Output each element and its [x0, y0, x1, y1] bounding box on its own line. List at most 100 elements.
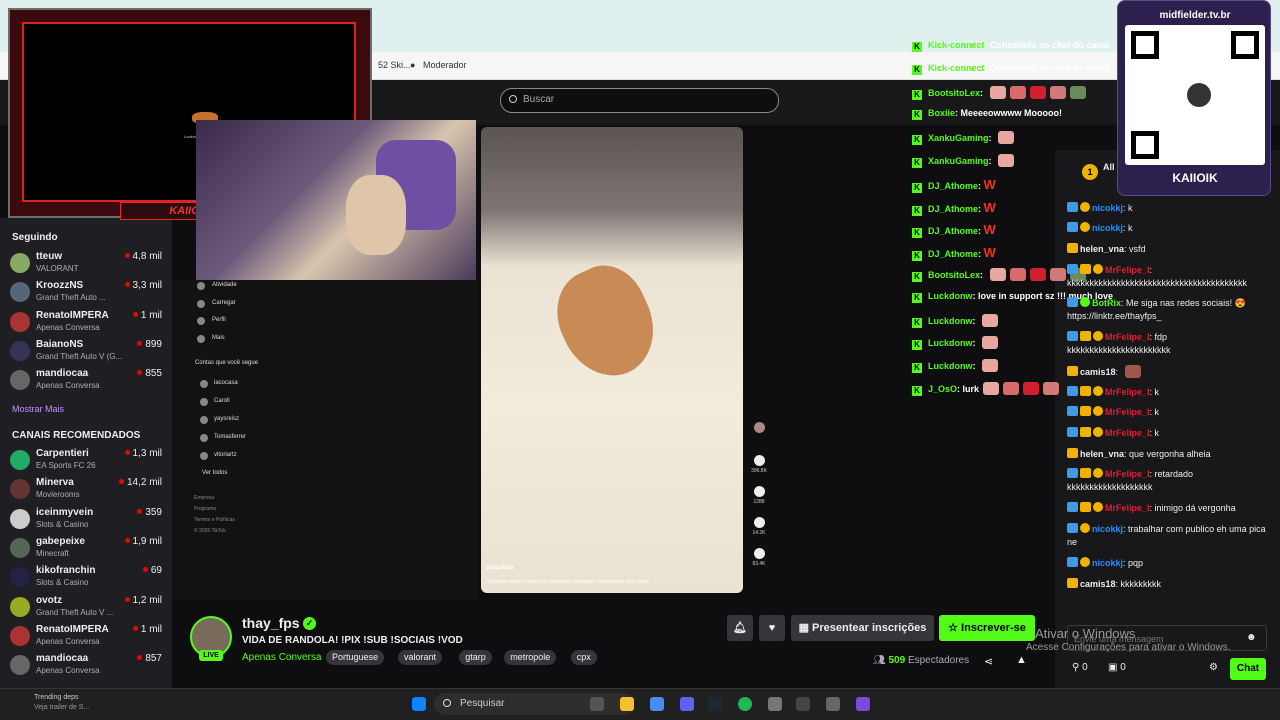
creator-avatar[interactable]	[750, 422, 768, 435]
spotify-icon[interactable]	[738, 697, 752, 711]
tiktok-account[interactable]: lacocasa	[214, 380, 238, 386]
taskbar-search[interactable]: Pesquisar	[434, 693, 634, 715]
show-more-link[interactable]: Mostrar Mais	[12, 404, 64, 414]
taskbar-search-label: Pesquisar	[460, 698, 505, 709]
channel-category: Movierooms	[36, 490, 80, 500]
video-action[interactable]: 1288	[750, 486, 768, 505]
bell-button[interactable]: 🔔︎	[727, 615, 753, 641]
emoji-icon[interactable]: ☻	[1246, 632, 1257, 643]
obs-icon[interactable]	[796, 697, 810, 711]
chat-username[interactable]: MrFelipe_l	[1105, 265, 1150, 275]
tiktok-menu-item[interactable]: Atividade	[212, 282, 237, 288]
channel-item[interactable]: RenatoIMPERA Apenas Conversa 1 mil	[10, 623, 162, 651]
steam-icon[interactable]	[708, 697, 722, 711]
gift-icon: ▦	[798, 622, 813, 634]
video-action[interactable]: 14.2K	[750, 517, 768, 536]
account-avatar[interactable]	[200, 416, 208, 424]
channel-item[interactable]: BaianoNS Grand Theft Auto V (G... 899	[10, 338, 162, 366]
account-avatar[interactable]	[200, 434, 208, 442]
video-action[interactable]: 83.4K	[750, 548, 768, 567]
send-chat-button[interactable]: Chat	[1230, 658, 1266, 680]
tiktok-footer-link[interactable]: © 2026 TikTok	[194, 528, 226, 534]
streamer-name[interactable]: thay_fps	[242, 615, 300, 631]
tiktok-account[interactable]: vitoriartz	[214, 452, 237, 458]
channel-item[interactable]: KroozzNS Grand Theft Auto ... 3,3 mil	[10, 279, 162, 307]
tiktok-account[interactable]: Tomasferrer	[214, 434, 246, 440]
chat-user: XankuGaming	[928, 156, 989, 166]
subscribe-button[interactable]: ☆ Inscrever-se	[939, 615, 1035, 641]
channel-item[interactable]: mandiocaa Apenas Conversa 855	[10, 367, 162, 395]
tiktok-menu-item[interactable]: Carregar	[212, 300, 236, 306]
chat-username[interactable]: nicokkj	[1092, 223, 1123, 233]
tiktok-account[interactable]: Caroll	[214, 398, 230, 404]
chat-username[interactable]: MrFelipe_l	[1105, 503, 1150, 513]
chat-username[interactable]: MrFelipe_l	[1105, 407, 1150, 417]
tiktok-menu-item[interactable]: Mais	[212, 335, 225, 341]
chrome-icon[interactable]	[650, 697, 664, 711]
channel-category: Apenas Conversa	[36, 322, 100, 332]
channel-name: gabepeixe	[36, 535, 85, 547]
stream-tag[interactable]: valorant	[398, 650, 443, 665]
settings-icon[interactable]: ⚙	[1209, 662, 1218, 673]
chat-username[interactable]: helen_vna	[1080, 244, 1124, 254]
tiktok-footer-link[interactable]: Programa	[194, 506, 216, 512]
video-user[interactable]: paty.duca	[486, 565, 514, 571]
bookmark-item[interactable]: Moderador	[423, 60, 467, 70]
account-avatar[interactable]	[200, 398, 208, 406]
emote	[998, 131, 1015, 145]
chat-username[interactable]: MrFelipe_l	[1105, 469, 1150, 479]
gift-subs-button[interactable]: ▦ Presentear inscrições	[791, 615, 934, 641]
explorer-icon[interactable]	[620, 697, 634, 711]
colon: :	[1115, 367, 1121, 377]
stream-tag[interactable]: Portuguese	[326, 650, 385, 665]
bookmark-item[interactable]: 52 Ski...	[378, 60, 411, 70]
account-avatar[interactable]	[200, 380, 208, 388]
news-widget[interactable]: Trending deps	[34, 694, 79, 701]
tiktok-footer-link[interactable]: Empresa	[194, 495, 214, 501]
follow-button[interactable]: ♥	[759, 615, 785, 641]
chat-username[interactable]: nicokkj	[1092, 203, 1123, 213]
channel-item[interactable]: ovotz Grand Theft Auto V ... 1,2 mil	[10, 594, 162, 622]
chat-username[interactable]: MrFelipe_l	[1105, 332, 1150, 342]
chat-username[interactable]: helen_vna	[1080, 449, 1124, 459]
see-all-link[interactable]: Ver todos	[202, 470, 227, 476]
app-icon[interactable]	[768, 697, 782, 711]
channel-item[interactable]: Minerva Movierooms 14,2 mil	[10, 476, 162, 504]
qr-code	[1125, 25, 1265, 165]
chat-username[interactable]: MrFelipe_l	[1105, 387, 1150, 397]
share-icon[interactable]: ⋖	[984, 655, 993, 668]
chat-username[interactable]: BotRix	[1092, 298, 1121, 308]
chat-username[interactable]: nicokkj	[1092, 524, 1123, 534]
chat-username[interactable]: camis18	[1080, 367, 1116, 377]
gift-small-icon: ▣	[1108, 662, 1121, 673]
channel-item[interactable]: kikofranchin Slots & Casino 69	[10, 564, 162, 592]
channel-item[interactable]: mandiocaa Apenas Conversa 857	[10, 652, 162, 680]
video-player[interactable]: paty.duca Caminha macia e muito fofa #ca…	[481, 127, 743, 593]
report-icon[interactable]: ▲	[1016, 654, 1027, 666]
stream-tag[interactable]: cpx	[570, 650, 597, 665]
stream-category[interactable]: Apenas Conversa	[242, 652, 322, 663]
video-action[interactable]: 396.8K	[750, 455, 768, 474]
channel-item[interactable]: RenatoIMPERA Apenas Conversa 1 mil	[10, 309, 162, 337]
tiktok-footer-link[interactable]: Termos e Políticas	[194, 517, 235, 523]
menu-icon	[197, 317, 205, 325]
account-avatar[interactable]	[200, 452, 208, 460]
discord-icon[interactable]	[680, 697, 694, 711]
app3-icon[interactable]	[856, 697, 870, 711]
start-icon[interactable]	[412, 697, 426, 711]
chat-username[interactable]: nicokkj	[1092, 558, 1123, 568]
channel-item[interactable]: iceinmyvein Slots & Casino 359	[10, 506, 162, 534]
channel-item[interactable]: tteuw VALORANT 4,8 mil	[10, 250, 162, 278]
chat-username[interactable]: camis18	[1080, 579, 1116, 589]
app2-icon[interactable]	[826, 697, 840, 711]
tiktok-menu-item[interactable]: Perfil	[212, 317, 226, 323]
tiktok-account[interactable]: yaysreisz	[214, 416, 239, 422]
search-input[interactable]: Buscar	[500, 88, 779, 113]
channel-item[interactable]: gabepeixe Minecraft 1,9 mil	[10, 535, 162, 563]
stream-tag[interactable]: metropole	[504, 650, 557, 665]
emote	[1029, 268, 1046, 281]
channel-item[interactable]: Carpentieri EA Sports FC 26 1,3 mil	[10, 447, 162, 475]
taskview-icon[interactable]	[590, 697, 604, 711]
chat-username[interactable]: MrFelipe_l	[1105, 428, 1150, 438]
stream-tag[interactable]: gtarp	[459, 650, 492, 665]
